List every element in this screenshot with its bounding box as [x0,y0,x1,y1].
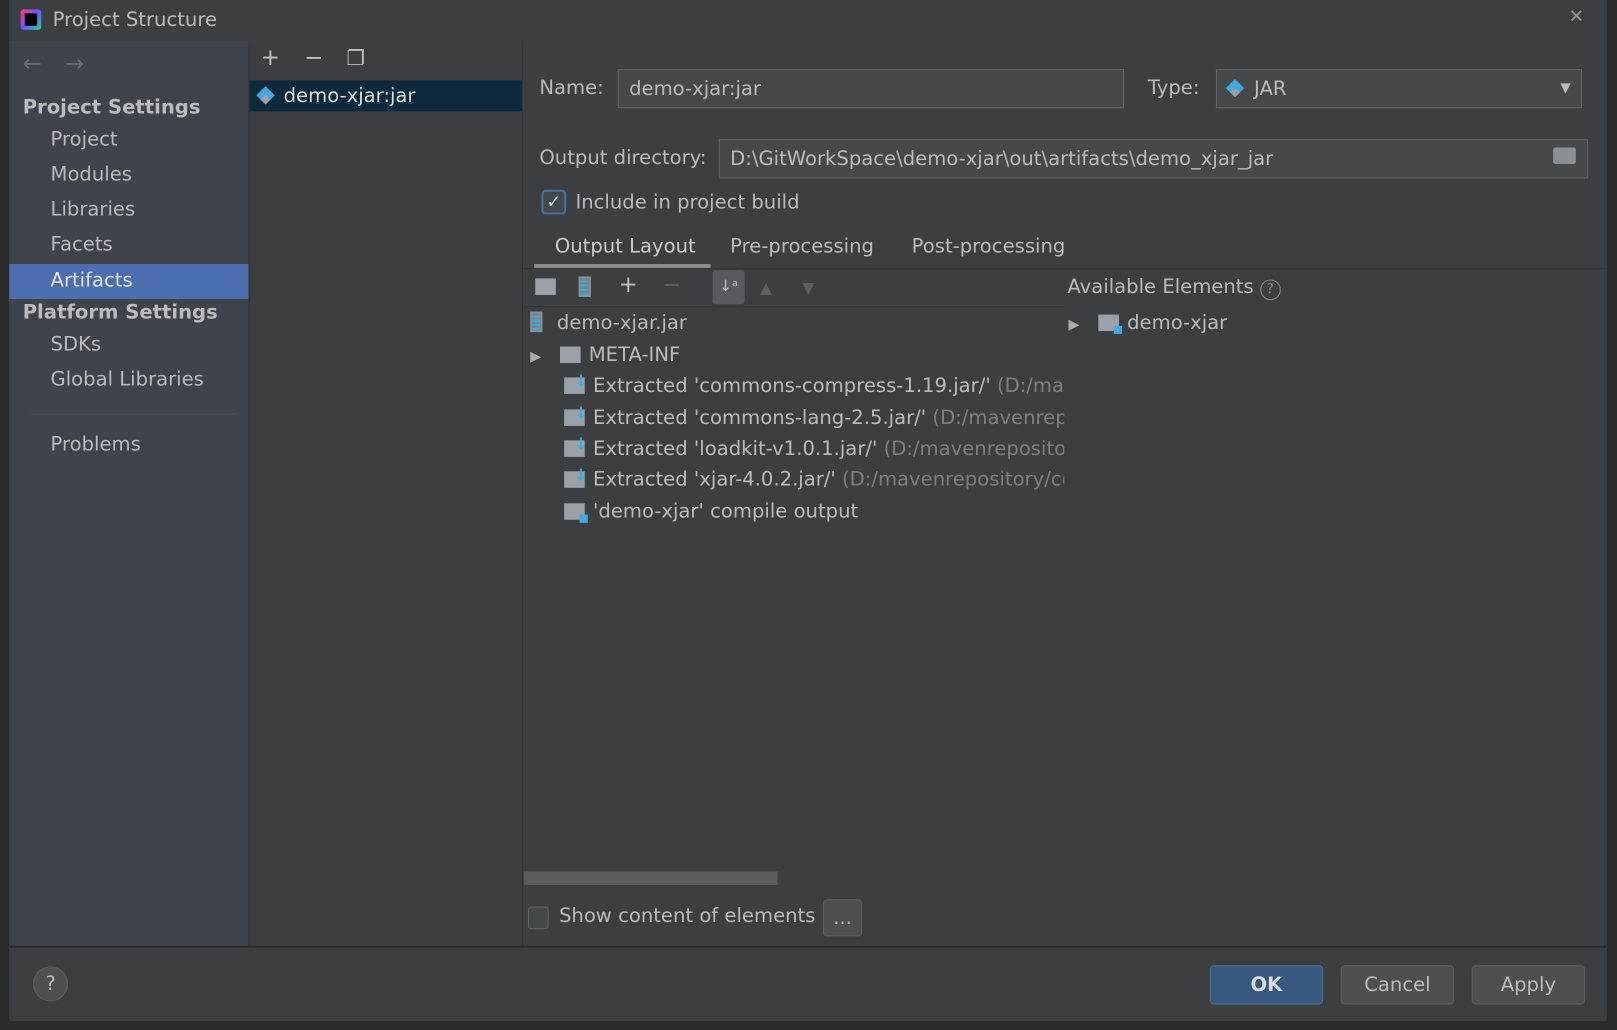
folder-browse-icon[interactable] [1553,147,1576,164]
tab-pre-processing[interactable]: Pre-processing [730,235,874,258]
name-input[interactable]: demo-xjar:jar [617,69,1125,109]
available-elements-title: Available Elements ? [1067,275,1281,301]
chevron-down-icon: ▼ [1560,80,1571,96]
help-button[interactable]: ? [33,966,69,1002]
artifact-list-item[interactable]: demo-xjar:jar [249,80,522,112]
sort-alphabetically-icon[interactable]: ↓ᵃ [712,270,745,305]
remove-icon[interactable]: − [304,45,323,71]
new-directory-icon[interactable] [535,278,556,295]
name-label: Name: [539,76,604,100]
output-directory-input[interactable]: D:\GitWorkSpace\demo-xjar\out\artifacts\… [718,139,1589,179]
tree-item[interactable]: ▶ META-INF [530,343,1064,366]
move-down-icon[interactable]: ▼ [802,278,814,297]
tabs-divider [523,268,1607,270]
project-structure-dialog: Project Structure ✕ ← → Project Settings… [9,0,1607,1021]
sidebar-item-facets[interactable]: Facets [9,228,248,263]
expand-arrow-icon[interactable]: ▶ [530,349,541,366]
tree-root-label: demo-xjar.jar [556,311,687,335]
horizontal-scrollbar[interactable] [523,871,778,885]
available-item-label: demo-xjar [1127,311,1228,335]
tree-item[interactable]: Extracted 'commons-compress-1.19.jar/' (… [530,374,1064,398]
jar-type-icon [1225,78,1245,98]
copy-icon[interactable]: ❐ [347,45,365,70]
help-icon[interactable]: ? [1259,279,1281,301]
available-title-label: Available Elements [1067,275,1254,299]
remove-element-icon[interactable]: − [662,272,681,298]
add-copy-icon[interactable]: + [619,272,638,298]
ok-button[interactable]: OK [1209,965,1324,1005]
tree-item[interactable]: Extracted 'xjar-4.0.2.jar/' (D:/mavenrep… [530,468,1064,491]
tree-item-label: META-INF [588,343,681,367]
jar-icon [530,311,543,333]
tab-output-layout[interactable]: Output Layout [555,235,696,258]
sidebar-item-libraries[interactable]: Libraries [9,193,248,228]
tree-item-label: Extracted 'xjar-4.0.2.jar/' [592,468,836,492]
close-icon[interactable]: ✕ [1569,6,1585,28]
tree-item[interactable]: 'demo-xjar' compile output [530,500,1064,523]
tree-item-label: 'demo-xjar' compile output [592,499,859,523]
cancel-button[interactable]: Cancel [1340,965,1455,1005]
sidebar-item-modules[interactable]: Modules [9,158,248,193]
folder-icon [559,346,581,364]
create-archive-icon[interactable] [578,276,591,298]
show-content-more-button[interactable]: ... [822,899,863,937]
sidebar-divider [29,413,237,415]
tree-item[interactable]: Extracted 'commons-lang-2.5.jar/' (D:/ma… [530,406,1064,429]
apply-button[interactable]: Apply [1471,965,1586,1005]
sidebar-item-problems[interactable]: Problems [9,428,248,463]
tree-item-path: (D:/mavenrepository, [883,437,1065,460]
extracted-archive-icon [564,437,588,457]
tree-item-path: (D:/mave [996,374,1064,398]
include-in-build-label: Include in project build [575,190,800,214]
tree-item-label: Extracted 'commons-compress-1.19.jar/' [592,374,991,398]
back-arrow-icon[interactable]: ← [23,52,42,78]
platform-settings-heading: Platform Settings [22,301,218,324]
show-content-checkbox[interactable] [528,906,549,930]
include-in-build-checkbox[interactable]: ✓ [541,189,567,215]
expand-arrow-icon[interactable]: ▶ [1068,317,1079,334]
type-label: Type: [1147,76,1200,100]
type-value: JAR [1254,77,1287,101]
tree-item-path: (D:/mavenrepos [932,405,1064,429]
sidebar-item-global-libraries[interactable]: Global Libraries [9,363,248,398]
project-settings-heading: Project Settings [22,95,201,119]
sidebar-item-project[interactable]: Project [9,123,248,158]
tree-item-label: Extracted 'loadkit-v1.0.1.jar/' [592,437,878,460]
toolbar-divider [523,306,1065,308]
intellij-app-icon [20,9,42,30]
artifact-label: demo-xjar:jar [283,84,416,108]
sidebar-item-artifacts[interactable]: Artifacts [9,264,249,300]
tree-item[interactable]: Extracted 'loadkit-v1.0.1.jar/' (D:/mave… [530,437,1064,460]
tree-item-path: (D:/mavenrepository/com [842,468,1064,492]
artifacts-list-panel [248,41,523,947]
module-folder-icon [1098,314,1122,335]
output-directory-label: Output directory: [539,146,707,170]
tree-root[interactable]: demo-xjar.jar [530,311,687,334]
move-up-icon[interactable]: ▲ [760,278,772,297]
show-content-label: Show content of elements [558,904,816,928]
extracted-archive-icon [564,375,588,395]
forward-arrow-icon[interactable]: → [65,52,84,78]
add-icon[interactable]: + [261,45,280,71]
tab-post-processing[interactable]: Post-processing [912,235,1066,258]
tree-item-label: Extracted 'commons-lang-2.5.jar/' [592,405,927,429]
extracted-archive-icon [564,468,588,488]
type-select[interactable]: JAR ▼ [1215,69,1583,109]
sidebar-item-sdks[interactable]: SDKs [9,328,248,363]
window-title: Project Structure [52,8,218,31]
artifact-icon [256,86,275,105]
module-output-icon [564,502,588,523]
available-item[interactable]: ▶ demo-xjar [1068,311,1227,334]
footer-divider [9,945,1607,948]
extracted-archive-icon [564,406,588,426]
